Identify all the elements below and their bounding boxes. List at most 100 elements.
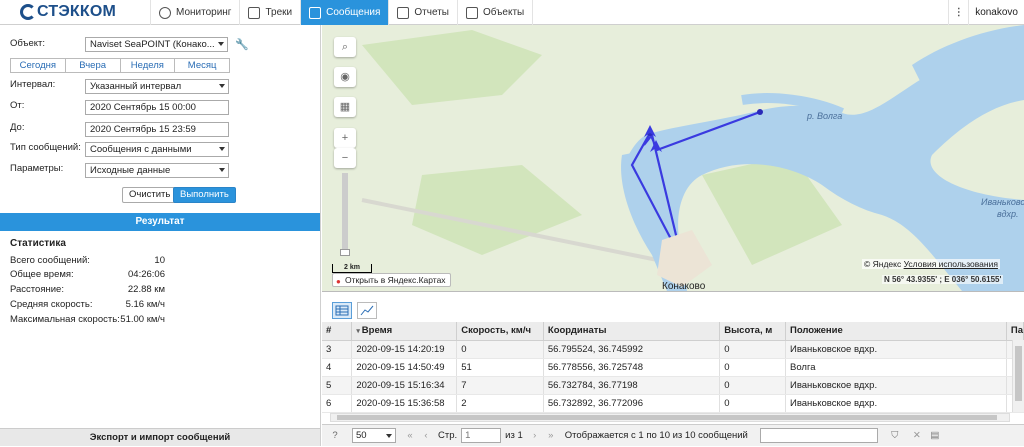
user-name[interactable]: konakovo (968, 0, 1024, 25)
export-icon[interactable]: ▤ (926, 430, 944, 441)
to-date-value: 2020 Сентябрь 15 23:59 (90, 124, 196, 135)
page-number-input[interactable]: 1 (461, 428, 502, 443)
track-point[interactable] (757, 109, 763, 115)
tab-yesterday[interactable]: Вчера (64, 58, 121, 73)
tab-week[interactable]: Неделя (119, 58, 176, 73)
cell-time: 2020-09-15 14:50:49 (351, 358, 458, 377)
stat-value: 22.88 км (127, 284, 165, 295)
table-row[interactable]: 6 2020-09-15 15:36:58 2 56.732892, 36.77209… (322, 394, 1024, 413)
bus-icon (465, 6, 478, 19)
stat-value: 51.00 км/ч (120, 314, 165, 325)
chart-icon (360, 305, 374, 316)
map-view[interactable]: ⌕ ◉ ▦ + − р. Волга Конаково Иваньковс вд… (322, 25, 1024, 291)
filter-icon[interactable]: ⛉ (882, 430, 908, 441)
cell-speed: 2 (456, 394, 544, 413)
col-header-time[interactable]: ▾ Время (351, 322, 458, 341)
stat-label: Максимальная скорость: (10, 314, 120, 325)
col-header-altitude[interactable]: Высота, м (719, 322, 786, 341)
to-date-input[interactable]: 2020 Сентябрь 15 23:59 (85, 122, 229, 137)
to-label: До: (10, 122, 25, 133)
table-view-button[interactable] (332, 302, 352, 319)
page-label: Стр. (438, 430, 458, 441)
col-header-params[interactable]: Па (1006, 322, 1024, 341)
map-search-icon[interactable]: ⌕ (334, 37, 356, 57)
clear-button[interactable]: Очистить (122, 187, 178, 203)
nav-label: Сообщения (326, 7, 381, 18)
nav-messages[interactable]: Сообщения (300, 0, 389, 25)
params-select[interactable]: Исходные данные (85, 163, 229, 178)
tab-month[interactable]: Месяц (174, 58, 230, 73)
col-header-coords[interactable]: Координаты (543, 322, 721, 341)
table-icon (335, 305, 349, 316)
zoom-slider-handle[interactable] (340, 249, 350, 256)
reservoir-label: вдхр. (997, 209, 1019, 219)
message-type-value: Сообщения с данными (90, 144, 192, 155)
pagination-bar: ? 50 « ‹ Стр. 1 из 1 › » Отображается с … (322, 424, 1024, 446)
chart-view-button[interactable] (357, 302, 377, 319)
params-select-value: Исходные данные (90, 165, 171, 176)
stat-label: Всего сообщений: (10, 255, 90, 266)
more-menu-icon[interactable]: ⋮ (948, 0, 968, 25)
from-date-value: 2020 Сентябрь 15 00:00 (90, 102, 196, 113)
tab-today[interactable]: Сегодня (10, 58, 66, 73)
stat-value: 04:26:06 (128, 269, 165, 280)
message-type-select[interactable]: Сообщения с данными (85, 142, 229, 157)
run-button[interactable]: Выполнить (173, 187, 236, 203)
cell-position: Иваньковское вдхр. (785, 376, 1007, 395)
chevron-down-icon (219, 84, 225, 88)
app-logo[interactable]: СТЭККОМ (0, 0, 150, 24)
messages-table: # ▾ Время Скорость, км/ч Координаты Высо… (322, 322, 1024, 413)
object-select[interactable]: Naviset SeaPOINT (Конако... (85, 37, 228, 52)
close-icon[interactable]: ✕ (908, 430, 926, 441)
logo-text: СТЭККОМ (37, 3, 117, 20)
nav-tracks[interactable]: Треки (239, 0, 300, 25)
col-header-time-label: Время (361, 325, 393, 337)
map-eye-icon[interactable]: ◉ (334, 67, 356, 87)
river-label: р. Волга (807, 111, 843, 121)
interval-select[interactable]: Указанный интервал (85, 79, 229, 94)
table-row[interactable]: 4 2020-09-15 14:50:49 51 56.778556, 36.7257… (322, 358, 1024, 377)
col-header-index[interactable]: # (322, 322, 353, 341)
map-layers-icon[interactable]: ▦ (334, 97, 356, 117)
cell-index: 6 (322, 394, 353, 413)
vertical-scrollbar[interactable] (1012, 340, 1024, 412)
nav-reports[interactable]: Отчеты (388, 0, 457, 25)
vertical-scrollbar-thumb[interactable] (1015, 346, 1022, 401)
cell-index: 3 (322, 340, 353, 359)
nav-monitoring[interactable]: Мониторинг (150, 0, 239, 25)
interval-select-value: Указанный интервал (90, 81, 182, 92)
horizontal-scrollbar[interactable] (330, 413, 1010, 422)
cell-time: 2020-09-15 15:16:34 (351, 376, 458, 395)
col-header-position[interactable]: Положение (785, 322, 1007, 341)
terms-link[interactable]: Условия использования (904, 259, 998, 269)
last-page-icon[interactable]: » (543, 430, 559, 441)
copyright-text: © Яндекс (864, 259, 902, 269)
period-tabs: Сегодня Вчера Неделя Месяц (10, 58, 230, 73)
cell-index: 5 (322, 376, 353, 395)
wrench-icon[interactable]: 🔧 (235, 38, 249, 51)
map-scale: 2 km (332, 264, 372, 273)
filter-input[interactable] (759, 428, 878, 443)
col-header-speed[interactable]: Скорость, км/ч (456, 322, 544, 341)
help-icon[interactable]: ? (322, 430, 348, 441)
table-row[interactable]: 3 2020-09-15 14:20:19 0 56.795524, 36.74599… (322, 340, 1024, 359)
table-row[interactable]: 5 2020-09-15 15:16:34 7 56.732784, 36.77198… (322, 376, 1024, 395)
zoom-slider[interactable] (342, 173, 348, 253)
cell-speed: 51 (456, 358, 544, 377)
from-date-input[interactable]: 2020 Сентябрь 15 00:00 (85, 100, 229, 115)
params-label: Параметры: (10, 163, 64, 174)
zoom-out-button[interactable]: − (334, 148, 356, 168)
messages-icon (309, 6, 322, 19)
page-size-select[interactable]: 50 (352, 428, 396, 443)
top-right-area: ⋮ konakovo (948, 0, 1024, 25)
stat-row: Максимальная скорость: 51.00 км/ч (10, 314, 165, 325)
open-yandex-maps-button[interactable]: ● Открыть в Яндекс.Картах (332, 273, 451, 287)
zoom-in-button[interactable]: + (334, 128, 356, 148)
next-page-icon[interactable]: › (527, 430, 543, 441)
first-page-icon[interactable]: « (402, 430, 418, 441)
export-import-button[interactable]: Экспорт и импорт сообщений (0, 428, 320, 446)
horizontal-scrollbar-thumb[interactable] (337, 415, 997, 420)
cell-speed: 0 (456, 340, 544, 359)
prev-page-icon[interactable]: ‹ (418, 430, 434, 441)
nav-objects[interactable]: Объекты (456, 0, 534, 25)
